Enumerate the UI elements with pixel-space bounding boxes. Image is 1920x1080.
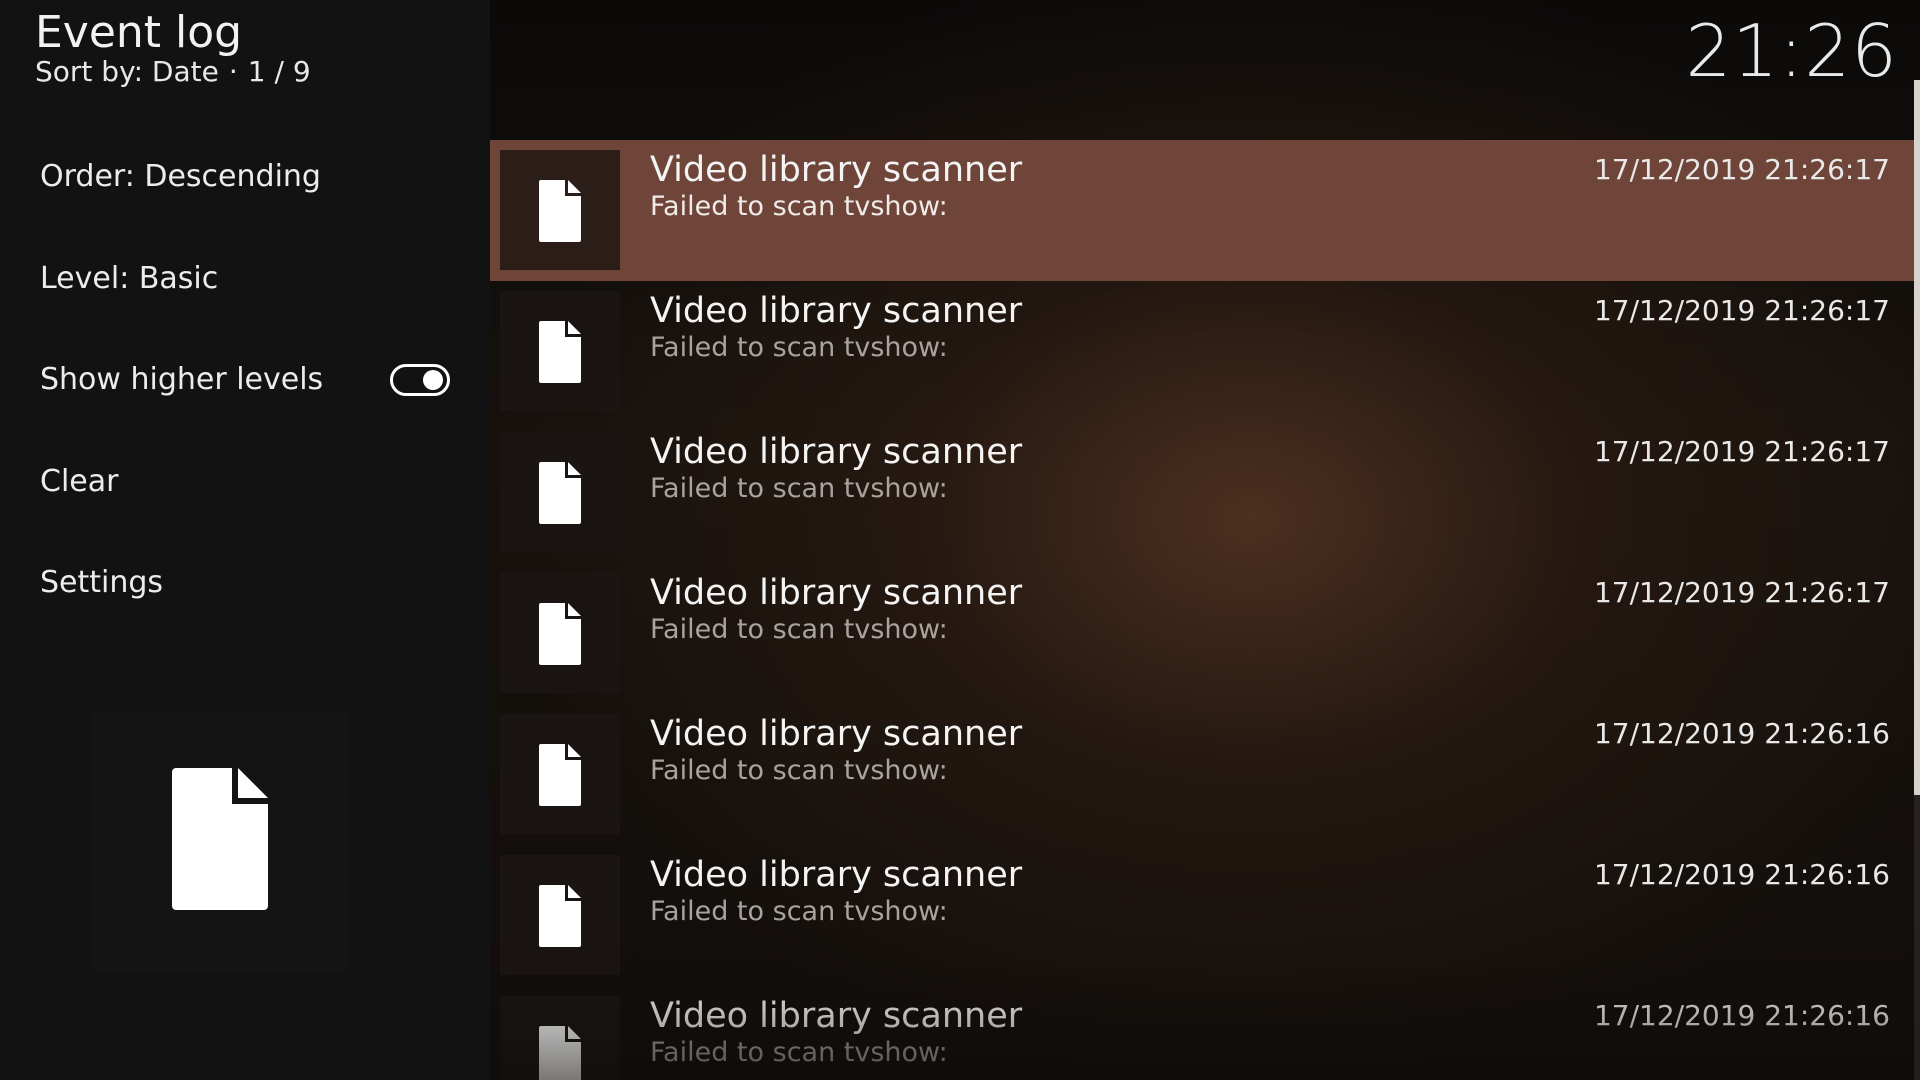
file-icon (539, 603, 581, 665)
event-row[interactable]: Video library scanner Failed to scan tvs… (490, 563, 1914, 704)
toggle-knob (423, 369, 443, 390)
sidebar-item-label: Level: Basic (40, 260, 219, 296)
list-scrollbar[interactable] (1914, 80, 1920, 1080)
sort-info: Sort by: Date · 1 / 9 (35, 54, 311, 90)
file-icon (172, 768, 268, 910)
sidebar-item-label: Settings (40, 565, 164, 601)
sidebar-item-label: Order: Descending (40, 159, 321, 195)
sidebar: Event log Sort by: Date · 1 / 9 Order: Des… (0, 0, 490, 1080)
sidebar-item-order[interactable]: Order: Descending (0, 126, 490, 228)
sidebar-item-show-higher-levels[interactable]: Show higher levels (0, 329, 490, 431)
event-message: Failed to scan tvshow: (650, 614, 948, 645)
event-title: Video library scanner (650, 432, 1023, 472)
clock: 21:26 (1685, 9, 1898, 93)
page-counter: 1 / 9 (247, 55, 311, 88)
event-thumbnail (500, 432, 620, 552)
event-message: Failed to scan tvshow: (650, 1037, 948, 1068)
sidebar-item-clear[interactable]: Clear (0, 431, 490, 533)
event-message: Failed to scan tvshow: (650, 896, 948, 927)
selected-item-preview (90, 712, 350, 972)
event-row[interactable]: Video library scanner Failed to scan tvs… (490, 281, 1914, 422)
sidebar-item-settings[interactable]: Settings (0, 532, 490, 634)
event-message: Failed to scan tvshow: (650, 473, 948, 504)
event-log-window: Event log Sort by: Date · 1 / 9 Order: Des… (0, 0, 1920, 1080)
event-thumbnail (500, 150, 620, 270)
event-thumbnail (500, 996, 620, 1080)
event-message: Failed to scan tvshow: (650, 755, 948, 786)
event-title: Video library scanner (650, 855, 1023, 895)
sidebar-item-label: Show higher levels (40, 362, 324, 398)
event-timestamp: 17/12/2019 21:26:16 (1593, 717, 1890, 750)
event-title: Video library scanner (650, 714, 1023, 754)
side-menu: Order: Descending Level: Basic Show high… (0, 126, 490, 634)
event-timestamp: 17/12/2019 21:26:17 (1593, 435, 1890, 468)
file-icon (539, 321, 581, 383)
event-list: Video library scanner Failed to scan tvs… (490, 140, 1914, 1080)
file-icon (539, 744, 581, 806)
event-thumbnail (500, 855, 620, 975)
file-icon (539, 180, 581, 242)
event-thumbnail (500, 291, 620, 411)
event-title: Video library scanner (650, 150, 1023, 190)
sidebar-item-level[interactable]: Level: Basic (0, 228, 490, 330)
event-row[interactable]: Video library scanner Failed to scan tvs… (490, 140, 1914, 281)
event-timestamp: 17/12/2019 21:26:17 (1593, 294, 1890, 327)
file-icon (539, 885, 581, 947)
event-timestamp: 17/12/2019 21:26:17 (1593, 576, 1890, 609)
event-row[interactable]: Video library scanner Failed to scan tvs… (490, 845, 1914, 986)
event-title: Video library scanner (650, 996, 1023, 1036)
event-title: Video library scanner (650, 291, 1023, 331)
event-row[interactable]: Video library scanner Failed to scan tvs… (490, 986, 1914, 1080)
event-row[interactable]: Video library scanner Failed to scan tvs… (490, 422, 1914, 563)
event-timestamp: 17/12/2019 21:26:16 (1593, 999, 1890, 1032)
event-timestamp: 17/12/2019 21:26:17 (1593, 153, 1890, 186)
event-row[interactable]: Video library scanner Failed to scan tvs… (490, 704, 1914, 845)
sidebar-item-label: Clear (40, 463, 119, 499)
page-title: Event log (35, 7, 243, 58)
file-icon (539, 462, 581, 524)
show-higher-levels-toggle[interactable] (390, 363, 450, 396)
event-title: Video library scanner (650, 573, 1023, 613)
event-message: Failed to scan tvshow: (650, 332, 948, 363)
event-thumbnail (500, 573, 620, 693)
event-timestamp: 17/12/2019 21:26:16 (1593, 858, 1890, 891)
scrollbar-thumb[interactable] (1914, 80, 1920, 795)
sort-label: Sort by: Date (35, 55, 219, 88)
event-message: Failed to scan tvshow: (650, 191, 948, 222)
file-icon (539, 1026, 581, 1080)
event-thumbnail (500, 714, 620, 834)
separator: · (228, 55, 238, 88)
